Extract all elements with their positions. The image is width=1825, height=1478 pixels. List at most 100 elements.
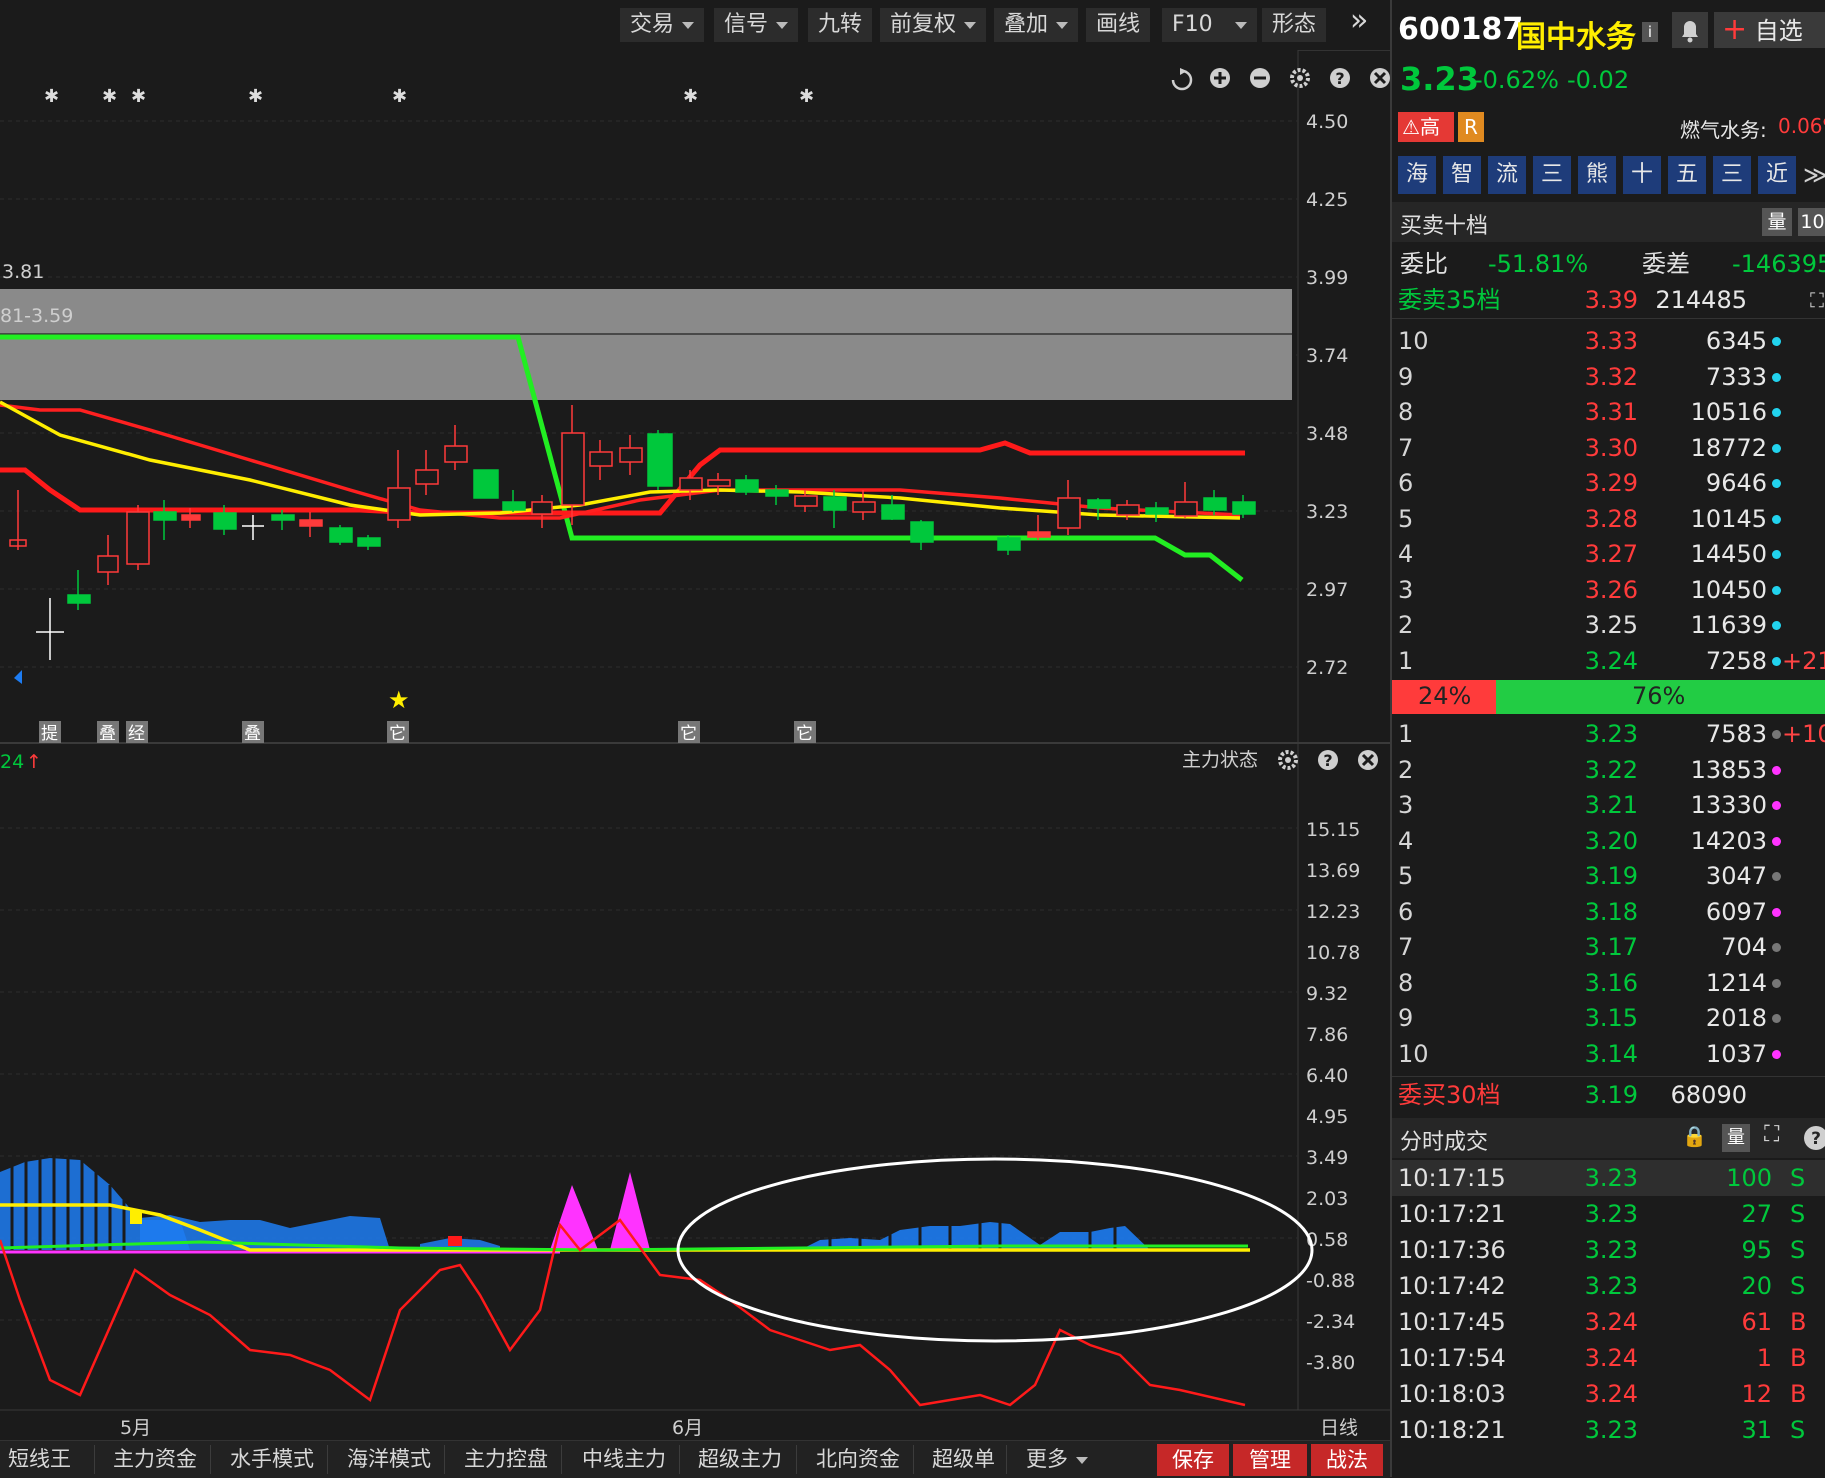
indicator-tick: 10.78 [1306, 942, 1360, 964]
ask-row[interactable]: 5 3.28 10145 [1392, 501, 1825, 537]
expand-tabs-icon[interactable]: ≫ [1803, 156, 1825, 194]
add-watchlist-button[interactable]: + 自选 [1714, 12, 1825, 48]
toolbar-more-icon[interactable]: » [1340, 4, 1378, 38]
qty-icon[interactable]: 量 [1722, 1124, 1750, 1152]
level-volume: 7333 [1705, 362, 1767, 391]
quick-tab[interactable]: 智 [1443, 156, 1481, 194]
level-volume: 11639 [1690, 611, 1767, 639]
toolbar-ninturn[interactable]: 九转 [808, 8, 873, 42]
ask-row[interactable]: 1 3.24 7258 +215 [1392, 643, 1825, 679]
toolbar-overlay[interactable]: 叠加 [994, 8, 1079, 42]
change-amount: -0.02 [1567, 66, 1630, 94]
ask-row[interactable]: 10 3.33 6345 [1392, 323, 1825, 359]
tab-northbound[interactable]: 北向资金 [816, 1441, 900, 1478]
event-marker[interactable]: 叠 [244, 724, 261, 744]
level-price: 3.27 [1584, 540, 1638, 568]
kline-chart[interactable]: 4.50 4.25 3.99 3.74 3.48 3.23 2.97 2.72 … [0, 50, 1390, 1440]
fullscreen-icon[interactable]: ⛶ [1810, 282, 1824, 318]
quick-tab[interactable]: 十 [1623, 156, 1661, 194]
quick-tab[interactable]: 五 [1668, 156, 1706, 194]
close-icon[interactable] [1370, 68, 1390, 88]
save-button[interactable]: 保存 [1157, 1444, 1229, 1476]
bid-row[interactable]: 5 3.19 3047 [1392, 858, 1825, 894]
tab-super-order[interactable]: 超级单 [932, 1441, 995, 1478]
tab-sailor-mode[interactable]: 水手模式 [230, 1441, 314, 1478]
trade-volume: 61 [1741, 1308, 1772, 1336]
ask-row[interactable]: 9 3.32 7333 [1392, 359, 1825, 395]
event-marker[interactable]: 它 [796, 724, 813, 744]
event-marker[interactable]: 提 [41, 724, 58, 744]
quick-tab[interactable]: 三 [1713, 156, 1751, 194]
sector-label[interactable]: 燃气水务: [1680, 114, 1767, 143]
manage-button[interactable]: 管理 [1233, 1444, 1307, 1476]
ask-row[interactable]: 7 3.30 18772 [1392, 430, 1825, 466]
quick-tab[interactable]: 海 [1398, 156, 1436, 194]
tab-super-main[interactable]: 超级主力 [698, 1441, 782, 1478]
bid-row[interactable]: 4 3.20 14203 [1392, 823, 1825, 859]
sector-percent: 0.06% [1778, 114, 1825, 138]
lock-icon[interactable]: 🔒 [1682, 1124, 1707, 1148]
level-volume: 2018 [1705, 1004, 1767, 1032]
quick-tab[interactable]: 熊 [1578, 156, 1616, 194]
depth-toggle-button[interactable]: 10 [1798, 208, 1825, 236]
qty-toggle-button[interactable]: 量 [1762, 208, 1792, 236]
bell-icon[interactable] [1672, 12, 1708, 48]
period-label[interactable]: 日线 [1320, 1417, 1358, 1439]
divider [444, 1445, 445, 1474]
toolbar-pattern[interactable]: 形态 [1262, 8, 1327, 42]
help-icon[interactable]: ? [1330, 68, 1350, 88]
bid-row[interactable]: 1 3.23 7583 +10 [1392, 716, 1825, 752]
bid-row[interactable]: 3 3.21 13330 [1392, 787, 1825, 823]
level-volume: 704 [1721, 933, 1767, 961]
quick-tab[interactable]: 流 [1488, 156, 1526, 194]
indicator-close-icon[interactable] [1358, 750, 1378, 770]
bid-row[interactable]: 6 3.18 6097 [1392, 894, 1825, 930]
tab-main-control[interactable]: 主力控盘 [464, 1441, 548, 1478]
bid-row[interactable]: 7 3.17 704 [1392, 929, 1825, 965]
zoom-in-icon[interactable] [1210, 68, 1230, 88]
quick-tab[interactable]: 三 [1533, 156, 1571, 194]
event-marker[interactable]: 经 [128, 724, 145, 744]
svg-text:?: ? [1811, 1129, 1821, 1149]
ask-row[interactable]: 8 3.31 10516 [1392, 394, 1825, 430]
event-marker[interactable]: 它 [389, 724, 406, 744]
toolbar-adjust[interactable]: 前复权 [880, 8, 987, 42]
ask-row[interactable]: 2 3.25 11639 [1392, 607, 1825, 643]
zone-range-label: 81-3.59 [0, 305, 73, 327]
bid-row[interactable]: 2 3.22 13853 [1392, 752, 1825, 788]
info-icon[interactable]: i [1642, 22, 1658, 42]
toolbar-draw[interactable]: 画线 [1086, 8, 1151, 42]
strategy-button[interactable]: 战法 [1311, 1444, 1383, 1476]
tab-short-king[interactable]: 短线王 [8, 1441, 71, 1478]
level-dot-icon [1772, 621, 1781, 630]
bid-row[interactable]: 8 3.16 1214 [1392, 965, 1825, 1001]
fullscreen-icon[interactable]: ⛶ [1764, 1122, 1779, 1147]
ask-row[interactable]: 3 3.26 10450 [1392, 572, 1825, 608]
level-change: +215 [1782, 646, 1825, 675]
tab-mid-main[interactable]: 中线主力 [582, 1441, 666, 1478]
price-tick: 4.50 [1306, 111, 1348, 133]
quick-tab[interactable]: 近 [1758, 156, 1796, 194]
toolbar-trade[interactable]: 交易 [620, 8, 705, 42]
zoom-out-icon[interactable] [1250, 68, 1270, 88]
trade-row: 10:17:54 3.24 1 B [1392, 1340, 1825, 1376]
orderbook-title: 买卖十档 [1400, 214, 1489, 239]
toolbar-signal[interactable]: 信号 [714, 8, 799, 42]
indicator-help-icon[interactable]: ? [1318, 750, 1338, 770]
tab-ocean-mode[interactable]: 海洋模式 [347, 1441, 431, 1478]
level-price: 3.19 [1584, 862, 1638, 890]
ask-row[interactable]: 6 3.29 9646 [1392, 465, 1825, 501]
trade-price: 3.23 [1584, 1236, 1638, 1264]
indicator-gear-icon[interactable] [1278, 750, 1298, 770]
ratio-label: 委比 [1400, 250, 1448, 278]
tab-main-capital[interactable]: 主力资金 [113, 1441, 197, 1478]
ratio-bar-right-label: 76% [1632, 682, 1686, 710]
toolbar-f10[interactable]: F10 [1162, 8, 1257, 42]
help-icon[interactable]: ? [1802, 1124, 1825, 1152]
event-marker[interactable]: 它 [680, 724, 697, 744]
bid-row[interactable]: 10 3.14 1037 [1392, 1036, 1825, 1072]
event-marker[interactable]: 叠 [99, 724, 116, 744]
bid-row[interactable]: 9 3.15 2018 [1392, 1000, 1825, 1036]
ask-row[interactable]: 4 3.27 14450 [1392, 536, 1825, 572]
tab-more[interactable]: 更多 [1026, 1441, 1088, 1478]
